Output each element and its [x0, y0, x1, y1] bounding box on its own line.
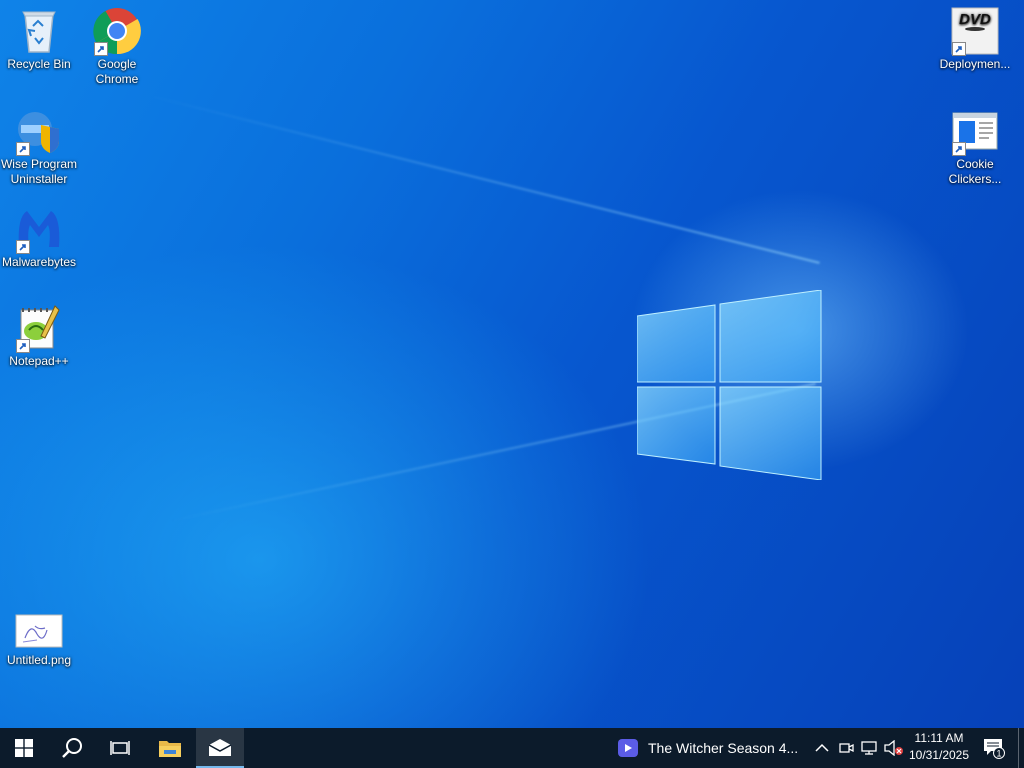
notepadpp-desktop-icon[interactable]: Notepad++ [0, 303, 78, 369]
notification-count: 1 [996, 749, 1001, 759]
mail-icon [208, 739, 232, 756]
mail-button[interactable] [196, 728, 244, 768]
meet-now-icon [839, 743, 854, 753]
cookie-clickers-desktop-icon[interactable]: Cookie Clickers... [936, 106, 1014, 187]
untitled-png-desktop-icon[interactable]: Untitled.png [0, 610, 78, 668]
file-explorer-icon [159, 741, 181, 757]
deployment-desktop-icon[interactable]: DVD Deploymen... [936, 6, 1014, 72]
icon-label: Untitled.png [6, 653, 72, 667]
windows-start-icon [15, 739, 33, 757]
malwarebytes-desktop-icon[interactable]: Malwarebytes [0, 204, 78, 270]
start-button[interactable] [0, 728, 48, 768]
taskbar: The Witcher Season 4... 11:11 AM 10/31/2… [0, 728, 1024, 768]
dvd-logo-text: DVD [959, 11, 991, 28]
chevron-up-icon [815, 743, 829, 752]
show-desktop-button[interactable] [1018, 728, 1024, 768]
icon-label: Wise Program Uninstaller [0, 157, 77, 186]
task-view-button[interactable] [96, 728, 144, 768]
windows-logo-wallpaper [637, 290, 822, 480]
search-button[interactable] [48, 728, 96, 768]
icon-label: Google Chrome [95, 57, 139, 86]
shortcut-arrow-icon [952, 42, 966, 56]
play-icon [618, 739, 638, 757]
notification-icon: 1 [984, 739, 1005, 759]
light-beam [149, 95, 820, 264]
search-icon [62, 738, 82, 758]
google-chrome-desktop-icon[interactable]: Google Chrome [78, 6, 156, 87]
volume-muted-icon [884, 740, 903, 756]
shortcut-arrow-icon [16, 142, 30, 156]
shortcut-arrow-icon [16, 240, 30, 254]
icon-label: Notepad++ [9, 354, 69, 368]
clock[interactable]: 11:11 AM 10/31/2025 [906, 730, 972, 766]
icon-label: Cookie Clickers... [948, 157, 1002, 186]
network-button[interactable] [858, 728, 882, 768]
meet-now-button[interactable] [834, 728, 858, 768]
file-explorer-button[interactable] [146, 728, 194, 768]
show-hidden-icons-button[interactable] [810, 728, 834, 768]
network-icon [861, 741, 877, 755]
volume-button[interactable] [882, 728, 906, 768]
clock-time: 11:11 AM [914, 731, 964, 745]
recycle-bin-desktop-icon[interactable]: Recycle Bin [0, 6, 78, 72]
wise-program-uninstaller-desktop-icon[interactable]: Wise Program Uninstaller [0, 106, 78, 187]
image-thumbnail-icon [15, 614, 63, 648]
icon-label: Recycle Bin [7, 57, 71, 71]
shortcut-arrow-icon [952, 142, 966, 156]
icon-label: Malwarebytes [1, 255, 77, 269]
shortcut-arrow-icon [16, 339, 30, 353]
now-playing-widget[interactable]: The Witcher Season 4... [612, 728, 800, 768]
recycle-bin-icon [22, 11, 56, 53]
shortcut-arrow-icon [94, 42, 108, 56]
icon-label: Deploymen... [939, 57, 1011, 71]
desktop[interactable]: Recycle Bin Google Chrome Wise Program U… [0, 0, 1024, 728]
action-center-button[interactable]: 1 [978, 728, 1010, 768]
clock-date: 10/31/2025 [908, 748, 970, 762]
task-view-icon [110, 741, 130, 755]
now-playing-title: The Witcher Season 4... [648, 740, 799, 756]
